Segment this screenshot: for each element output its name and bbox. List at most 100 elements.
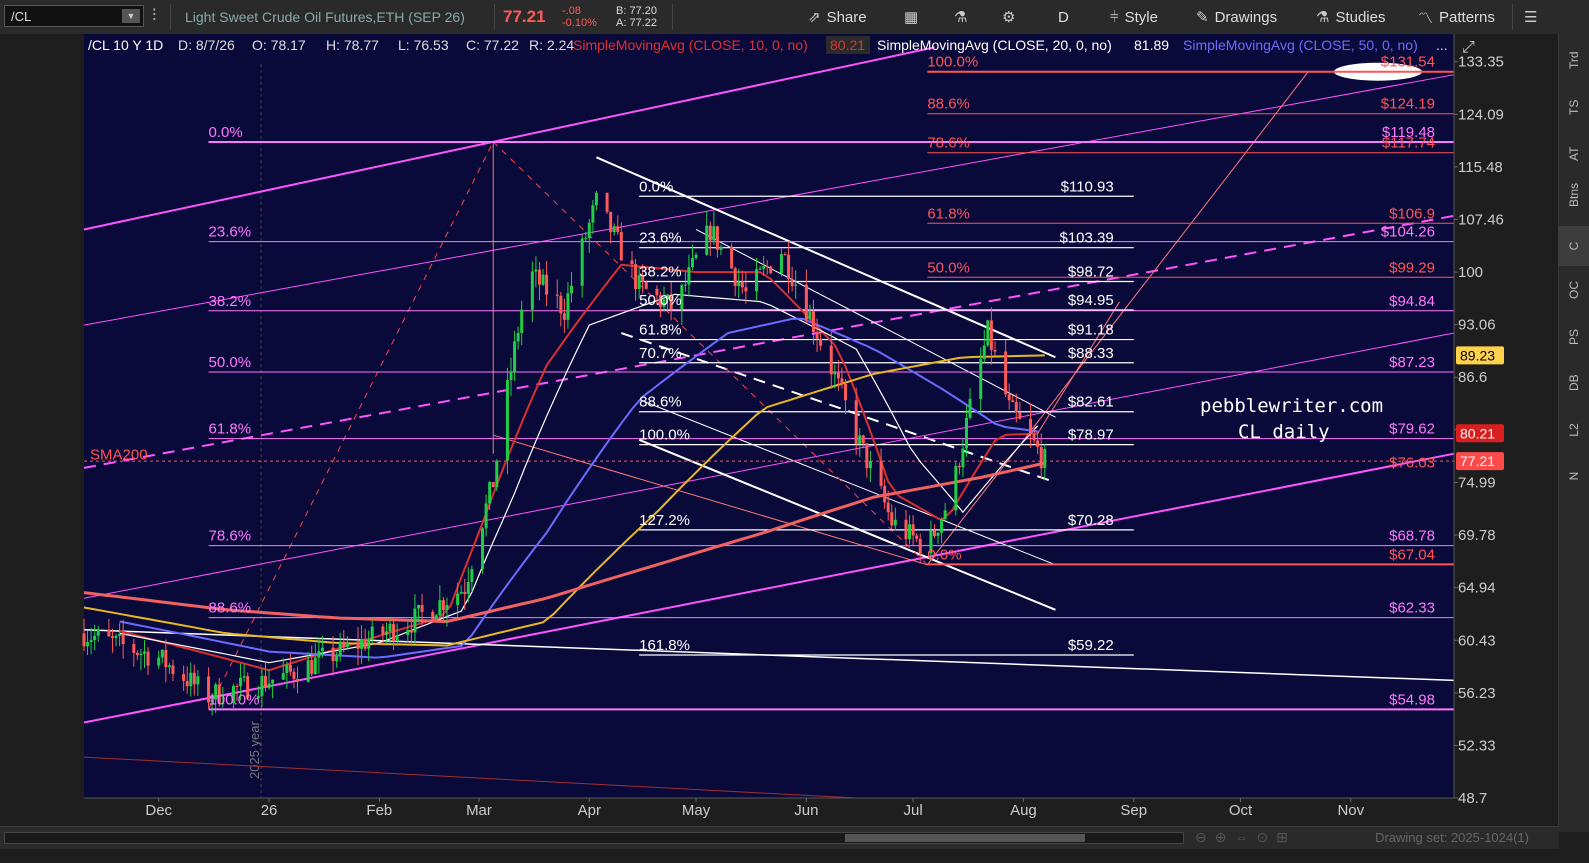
candle-body bbox=[986, 320, 990, 346]
price-badge-text: 77.21 bbox=[1460, 453, 1495, 469]
reset-zoom-icon[interactable]: ⊙ bbox=[1256, 829, 1276, 845]
fit-icon[interactable]: ⊞ bbox=[1276, 829, 1296, 845]
candle-body bbox=[779, 254, 783, 274]
side-tab-btns[interactable]: Btns bbox=[1559, 180, 1589, 220]
side-tab-label: Trd bbox=[1567, 51, 1581, 69]
candle-body bbox=[961, 448, 965, 468]
zoom-out-icon[interactable]: ⊖ bbox=[1195, 829, 1215, 845]
side-tab-ps[interactable]: PS bbox=[1559, 318, 1589, 358]
side-tab-at[interactable]: AT bbox=[1559, 134, 1589, 174]
candle-body bbox=[836, 372, 840, 379]
share-label: Share bbox=[826, 8, 867, 26]
candle-body bbox=[470, 569, 474, 583]
fib-left-price: $54.98 bbox=[1389, 691, 1435, 708]
x-tick-label: Sep bbox=[1120, 802, 1147, 819]
period-label: D bbox=[1058, 8, 1069, 26]
fib-left-label: 23.6% bbox=[209, 224, 252, 241]
candle-body bbox=[370, 626, 374, 640]
candle-body bbox=[488, 482, 492, 504]
share-button[interactable]: ⇗ Share bbox=[808, 7, 867, 27]
candle-body bbox=[516, 332, 520, 342]
period-button[interactable]: D bbox=[1058, 7, 1069, 27]
candle-body bbox=[89, 640, 93, 643]
chart-settings-button[interactable]: ▦ bbox=[904, 7, 918, 27]
candle-body bbox=[545, 274, 549, 295]
fib-mid-label: 70.7% bbox=[639, 345, 682, 362]
sma200-label: SMA200 bbox=[90, 447, 148, 464]
candle-body bbox=[335, 655, 339, 662]
header-ellipsis: ... bbox=[1436, 37, 1448, 53]
candle-body bbox=[484, 503, 488, 529]
studies-button[interactable]: ⚗ Studies bbox=[1316, 7, 1386, 27]
symbol-input[interactable]: /CL ▼ bbox=[4, 5, 144, 27]
candle-body bbox=[167, 665, 171, 668]
candle-body bbox=[609, 211, 613, 233]
candle-body bbox=[883, 485, 887, 503]
zoom-in-icon[interactable]: ⊕ bbox=[1215, 829, 1235, 845]
candle-body bbox=[594, 192, 598, 206]
candle-body bbox=[317, 651, 321, 658]
candle-body bbox=[982, 345, 986, 360]
fib-right-label: 0.0% bbox=[927, 546, 961, 563]
candle-body bbox=[591, 205, 595, 223]
candle-body bbox=[135, 652, 139, 656]
sliders-icon[interactable]: ⫶ bbox=[152, 6, 156, 26]
pan-icon[interactable]: ⇔ bbox=[1234, 829, 1256, 845]
side-tab-l2[interactable]: L2 bbox=[1559, 410, 1589, 450]
style-button[interactable]: ⫩ Style bbox=[1110, 7, 1158, 27]
candle-body bbox=[342, 641, 346, 647]
y-tick-label: 93.06 bbox=[1458, 317, 1496, 334]
fib-extra-price: $117.74 bbox=[1382, 135, 1435, 152]
header-open: O: 78.17 bbox=[252, 37, 306, 53]
drawings-label: Drawings bbox=[1214, 8, 1278, 26]
candle-body bbox=[580, 238, 584, 286]
candle-body bbox=[769, 266, 773, 274]
fib-mid-price: $82.61 bbox=[1068, 394, 1114, 411]
bottom-bar: ⊖⊕⇔⊙⊞ Drawing set: 2025-1024(1) bbox=[0, 826, 1559, 849]
candle-body bbox=[765, 266, 769, 268]
candle-body bbox=[968, 398, 972, 418]
symbol-dropdown-icon[interactable]: ▼ bbox=[122, 9, 140, 23]
x-tick-label: May bbox=[682, 802, 711, 819]
candle-body bbox=[157, 657, 161, 666]
candle-body bbox=[687, 267, 691, 285]
flask-icon: ⚗ bbox=[954, 9, 968, 26]
fib-mid-price: $70.28 bbox=[1068, 512, 1114, 529]
top-toolbar: /CL ▼ ⫶ Light Sweet Crude Oil Futures,ETH… bbox=[0, 0, 1589, 35]
side-tab-oc[interactable]: OC bbox=[1559, 272, 1589, 312]
menu-icon: ☰ bbox=[1524, 9, 1538, 26]
side-tab-label: Btns bbox=[1567, 182, 1581, 207]
horizontal-scrollbar[interactable] bbox=[4, 832, 1184, 844]
menu-button[interactable]: ☰ bbox=[1524, 7, 1537, 27]
chart-icon: ▦ bbox=[904, 9, 919, 26]
candle-body bbox=[114, 635, 118, 638]
scrollbar-thumb[interactable] bbox=[845, 834, 1085, 842]
candle-body bbox=[409, 629, 413, 633]
price-chart[interactable]: 2025 year 0.0% $119.4823.6% $104.2638.2% $9… bbox=[0, 34, 1559, 826]
candle-body bbox=[1018, 412, 1022, 419]
candle-body bbox=[495, 460, 499, 488]
fib-right-label: 100.0% bbox=[927, 54, 978, 71]
side-tab-ts[interactable]: TS bbox=[1559, 88, 1589, 128]
side-tab-c[interactable]: C bbox=[1559, 226, 1589, 266]
flask-button[interactable]: ⚗ bbox=[954, 7, 967, 27]
candle-body bbox=[139, 653, 143, 656]
expand-icon[interactable]: ⤢ bbox=[1462, 39, 1475, 56]
zoom-controls[interactable]: ⊖⊕⇔⊙⊞ bbox=[1195, 829, 1296, 846]
fib-mid-price: $91.18 bbox=[1068, 322, 1114, 339]
candle-body bbox=[171, 665, 175, 675]
candle-body bbox=[854, 400, 858, 444]
settings-button[interactable]: ⚙ bbox=[1002, 7, 1015, 27]
patterns-button[interactable]: 〽 Patterns bbox=[1418, 7, 1495, 27]
candle-body bbox=[644, 281, 648, 289]
fib-left-price: $79.62 bbox=[1389, 421, 1435, 438]
side-tab-label: DB bbox=[1567, 374, 1581, 391]
side-tab-trd[interactable]: Trd bbox=[1559, 42, 1589, 82]
candle-body bbox=[513, 341, 517, 372]
side-tab-db[interactable]: DB bbox=[1559, 364, 1589, 404]
candle-body bbox=[630, 260, 634, 265]
divider bbox=[170, 4, 171, 30]
side-tab-n[interactable]: N bbox=[1559, 456, 1589, 496]
candle-body bbox=[833, 372, 837, 375]
drawings-button[interactable]: ✎ Drawings bbox=[1196, 7, 1277, 27]
